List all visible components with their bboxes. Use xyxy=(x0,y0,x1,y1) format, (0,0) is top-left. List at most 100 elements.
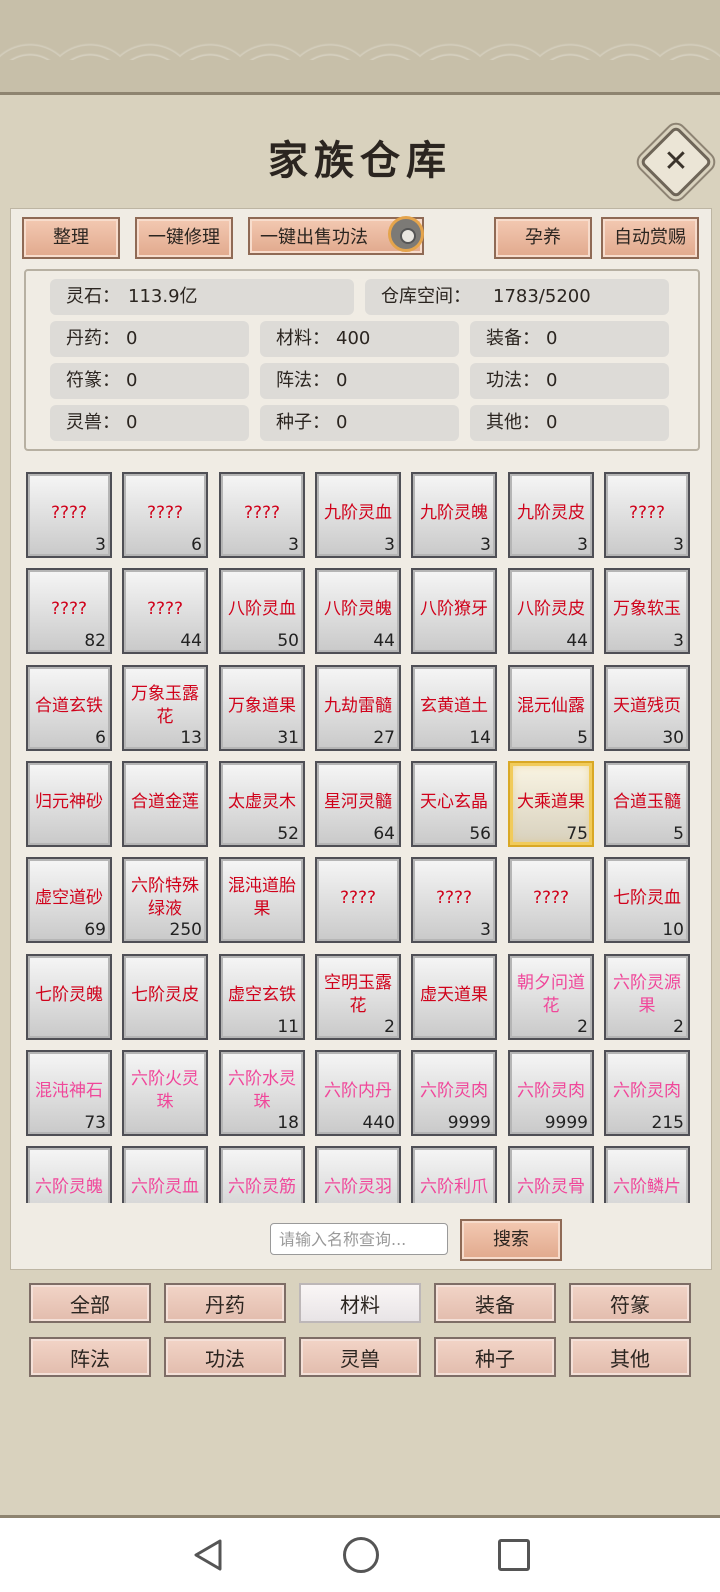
item-slot[interactable]: 六阶灵肉 9999 xyxy=(411,1050,497,1136)
item-slot[interactable]: 六阶内丹 440 xyxy=(315,1050,401,1136)
item-slot[interactable]: ???? xyxy=(508,857,594,943)
item-slot[interactable]: ???? 6 xyxy=(122,472,208,558)
item-slot[interactable]: ???? 44 xyxy=(122,568,208,654)
item-slot[interactable]: ???? 3 xyxy=(411,857,497,943)
search-button[interactable]: 搜索 xyxy=(460,1219,562,1261)
item-slot[interactable]: ???? 3 xyxy=(604,472,690,558)
item-slot[interactable]: 七阶灵魄 xyxy=(26,954,112,1040)
item-slot[interactable]: 六阶灵源果 2 xyxy=(604,954,690,1040)
item-count: 5 xyxy=(577,728,588,748)
item-slot[interactable]: 六阶灵骨 xyxy=(508,1146,594,1203)
item-name: 八阶灵血 xyxy=(228,598,296,619)
category-tab-material[interactable]: 材料 xyxy=(299,1283,421,1323)
back-icon[interactable] xyxy=(190,1537,226,1573)
category-tab-seed[interactable]: 种子 xyxy=(434,1337,556,1377)
item-slot[interactable]: 九阶灵皮 3 xyxy=(508,472,594,558)
gear-icon[interactable] xyxy=(388,216,424,252)
item-count: 3 xyxy=(577,535,588,555)
category-tab-all[interactable]: 全部 xyxy=(29,1283,151,1323)
stat-space: 仓库空间： 1783/5200 xyxy=(365,279,669,315)
item-slot[interactable]: ???? 3 xyxy=(26,472,112,558)
item-slot[interactable]: 玄黄道土 14 xyxy=(411,665,497,751)
item-slot[interactable]: 八阶獠牙 xyxy=(411,568,497,654)
item-name: 六阶利爪 xyxy=(420,1176,488,1197)
item-name: 九阶灵血 xyxy=(324,502,392,523)
item-name: 六阶灵肉 xyxy=(517,1080,585,1101)
item-slot[interactable]: 九阶灵血 3 xyxy=(315,472,401,558)
repair-all-button[interactable]: 一键修理 xyxy=(135,217,233,259)
item-name: 六阶灵羽 xyxy=(324,1176,392,1197)
item-slot[interactable]: 朝夕问道花 2 xyxy=(508,954,594,1040)
category-tab-pill[interactable]: 丹药 xyxy=(164,1283,286,1323)
item-slot[interactable]: 混沌道胎果 xyxy=(219,857,305,943)
item-name: ???? xyxy=(435,887,473,908)
item-count: 2 xyxy=(673,1017,684,1037)
nurture-button[interactable]: 孕养 xyxy=(494,217,592,259)
item-name: 六阶鳞片 xyxy=(613,1176,681,1197)
item-slot[interactable]: 万象玉露花 13 xyxy=(122,665,208,751)
category-tab-beast[interactable]: 灵兽 xyxy=(299,1337,421,1377)
item-slot[interactable]: ???? 3 xyxy=(219,472,305,558)
item-slot[interactable]: 七阶灵皮 xyxy=(122,954,208,1040)
item-name: 虚空玄铁 xyxy=(228,984,296,1005)
item-name: ???? xyxy=(50,598,88,619)
search-input[interactable] xyxy=(270,1223,448,1255)
item-slot[interactable]: 六阶灵血 xyxy=(122,1146,208,1203)
item-slot[interactable]: 六阶水灵珠 18 xyxy=(219,1050,305,1136)
item-slot[interactable]: 六阶灵筋 xyxy=(219,1146,305,1203)
item-name: 六阶灵魄 xyxy=(35,1176,103,1197)
item-slot[interactable]: ???? 82 xyxy=(26,568,112,654)
item-name: 七阶灵血 xyxy=(613,887,681,908)
item-slot[interactable]: 七阶灵血 10 xyxy=(604,857,690,943)
item-count: 3 xyxy=(288,535,299,555)
recent-apps-icon[interactable] xyxy=(498,1539,530,1571)
item-count: 18 xyxy=(277,1113,299,1133)
item-slot[interactable]: 太虚灵木 52 xyxy=(219,761,305,847)
item-slot[interactable]: 虚空道砂 69 xyxy=(26,857,112,943)
category-tab-skill[interactable]: 功法 xyxy=(164,1337,286,1377)
item-slot[interactable]: 合道金莲 xyxy=(122,761,208,847)
item-slot[interactable]: 八阶灵魄 44 xyxy=(315,568,401,654)
item-slot[interactable]: 天心玄晶 56 xyxy=(411,761,497,847)
organize-button[interactable]: 整理 xyxy=(22,217,120,259)
item-slot[interactable]: 虚天道果 xyxy=(411,954,497,1040)
category-tab-formation[interactable]: 阵法 xyxy=(29,1337,151,1377)
item-slot[interactable]: 六阶灵肉 215 xyxy=(604,1050,690,1136)
item-slot[interactable]: 六阶特殊绿液 250 xyxy=(122,857,208,943)
item-slot[interactable]: 六阶灵魄 xyxy=(26,1146,112,1203)
item-slot[interactable]: 六阶火灵珠 xyxy=(122,1050,208,1136)
item-slot[interactable]: 万象软玉 3 xyxy=(604,568,690,654)
item-slot[interactable]: 六阶利爪 xyxy=(411,1146,497,1203)
item-slot[interactable]: 九劫雷髓 27 xyxy=(315,665,401,751)
item-slot[interactable]: 八阶灵皮 44 xyxy=(508,568,594,654)
item-count: 3 xyxy=(673,535,684,555)
item-slot[interactable]: 空明玉露花 2 xyxy=(315,954,401,1040)
item-slot[interactable]: 万象道果 31 xyxy=(219,665,305,751)
item-slot[interactable]: 天道残页 30 xyxy=(604,665,690,751)
item-slot[interactable]: 合道玄铁 6 xyxy=(26,665,112,751)
category-tab-other[interactable]: 其他 xyxy=(569,1337,691,1377)
category-tab-talisman[interactable]: 符篆 xyxy=(569,1283,691,1323)
item-slot[interactable]: 合道玉髓 5 xyxy=(604,761,690,847)
item-slot[interactable]: ???? xyxy=(315,857,401,943)
item-slot[interactable]: 六阶灵肉 9999 xyxy=(508,1050,594,1136)
auto-reward-button[interactable]: 自动赏赐 xyxy=(601,217,699,259)
item-slot[interactable]: 六阶灵羽 xyxy=(315,1146,401,1203)
item-name: 玄黄道土 xyxy=(420,695,488,716)
item-name: 万象软玉 xyxy=(613,598,681,619)
item-name: 九阶灵魄 xyxy=(420,502,488,523)
item-slot[interactable]: 混沌神石 73 xyxy=(26,1050,112,1136)
item-slot[interactable]: 虚空玄铁 11 xyxy=(219,954,305,1040)
home-icon[interactable] xyxy=(343,1537,379,1573)
item-name: 太虚灵木 xyxy=(228,791,296,812)
category-tab-equip[interactable]: 装备 xyxy=(434,1283,556,1323)
item-slot[interactable]: 八阶灵血 50 xyxy=(219,568,305,654)
item-slot[interactable]: 混元仙露 5 xyxy=(508,665,594,751)
item-count: 44 xyxy=(373,631,395,651)
item-slot[interactable]: 归元神砂 xyxy=(26,761,112,847)
item-name: 六阶水灵珠 xyxy=(228,1069,296,1112)
item-slot[interactable]: 六阶鳞片 xyxy=(604,1146,690,1203)
item-slot[interactable]: 大乘道果 75 xyxy=(508,761,594,847)
item-slot[interactable]: 星河灵髓 64 xyxy=(315,761,401,847)
item-slot[interactable]: 九阶灵魄 3 xyxy=(411,472,497,558)
